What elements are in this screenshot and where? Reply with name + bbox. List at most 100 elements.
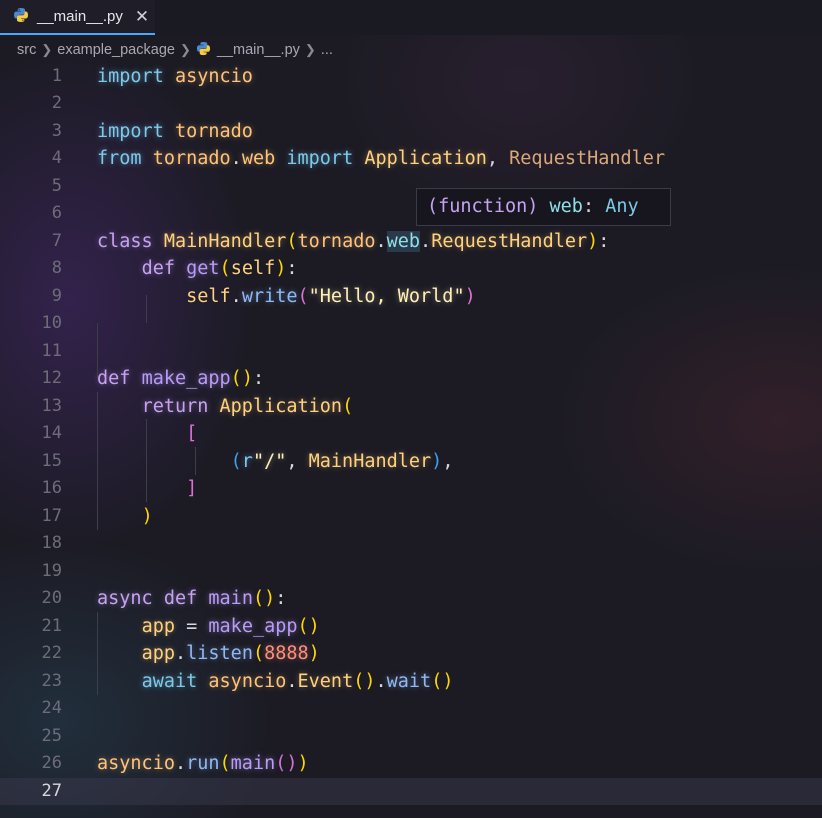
code-text: def get(self): bbox=[97, 255, 298, 283]
code-token: asyncio bbox=[97, 753, 175, 775]
code-token: tornado bbox=[152, 148, 231, 170]
code-token: import bbox=[97, 65, 164, 87]
code-token: get bbox=[186, 258, 220, 280]
tooltip-separator: : bbox=[582, 196, 606, 217]
code-line[interactable]: 21 app = make_app() bbox=[0, 613, 822, 641]
code-token: web bbox=[241, 148, 276, 170]
tooltip-kind: (function) bbox=[427, 196, 539, 217]
code-line[interactable]: 5 bbox=[0, 173, 822, 201]
chevron-right-icon: ❯ bbox=[41, 42, 53, 57]
line-number: 25 bbox=[41, 725, 62, 746]
code-line[interactable]: 23 await asyncio.Event().wait() bbox=[0, 668, 822, 696]
code-line[interactable]: 2 bbox=[0, 90, 822, 118]
code-token: app bbox=[141, 643, 175, 665]
code-line[interactable]: 22 app.listen(8888) bbox=[0, 640, 822, 668]
code-line[interactable]: 3 import tornado bbox=[0, 118, 822, 146]
code-token: , bbox=[486, 148, 510, 170]
code-token: . bbox=[286, 670, 298, 692]
line-number: 12 bbox=[41, 368, 62, 389]
code-line[interactable]: 25 bbox=[0, 723, 822, 751]
code-line[interactable]: 12 def make_app(): bbox=[0, 365, 822, 393]
code-token: ) bbox=[141, 505, 153, 527]
code-text: (r"/", MainHandler), bbox=[97, 448, 454, 476]
code-token: asyncio bbox=[174, 65, 253, 87]
code-text: async def main(): bbox=[97, 585, 286, 613]
code-line[interactable]: 6 bbox=[0, 200, 822, 228]
code-token: . bbox=[375, 670, 387, 692]
breadcrumb-item-file[interactable]: __main__.py bbox=[217, 42, 300, 58]
chevron-right-icon: ❯ bbox=[179, 42, 191, 57]
code-line[interactable]: 26 asyncio.run(main()) bbox=[0, 750, 822, 778]
code-token: tornado bbox=[297, 230, 376, 252]
code-line[interactable]: 8 def get(self): bbox=[0, 255, 822, 283]
code-token: ( bbox=[286, 230, 298, 252]
code-line[interactable]: 1 import asyncio bbox=[0, 63, 822, 91]
code-token: . bbox=[230, 285, 242, 307]
indent-guide bbox=[97, 323, 98, 378]
code-token: app bbox=[141, 615, 175, 637]
line-number: 23 bbox=[41, 670, 62, 691]
code-text: ] bbox=[97, 475, 197, 503]
code-line[interactable]: 7 class MainHandler(tornado.web.RequestHa… bbox=[0, 228, 822, 256]
code-editor[interactable]: 27 26 asyncio.run(main()) 25 24 23 await asyn… bbox=[0, 62, 822, 818]
breadcrumb-item-example-package[interactable]: example_package bbox=[57, 42, 175, 58]
code-line[interactable]: 9 self.write("Hello, World") bbox=[0, 283, 822, 311]
code-line[interactable]: 15 (r"/", MainHandler), bbox=[0, 448, 822, 476]
code-line[interactable]: 20 async def main(): bbox=[0, 585, 822, 613]
code-line[interactable]: 24 bbox=[0, 695, 822, 723]
code-line[interactable]: 16 ] bbox=[0, 475, 822, 503]
code-text: self.write("Hello, World") bbox=[97, 283, 476, 311]
code-line[interactable]: 27 bbox=[0, 777, 822, 806]
code-token: Application bbox=[219, 395, 343, 417]
code-token: : bbox=[598, 230, 610, 252]
code-line[interactable]: 11 bbox=[0, 338, 822, 366]
code-line[interactable]: 18 bbox=[0, 530, 822, 558]
breadcrumb-item-src[interactable]: src bbox=[17, 42, 36, 58]
breadcrumb-item-symbol[interactable]: ... bbox=[321, 42, 333, 58]
code-token: ( bbox=[431, 670, 443, 692]
code-token: def bbox=[97, 368, 131, 390]
code-line[interactable]: 17 ) bbox=[0, 503, 822, 531]
code-line[interactable]: 19 bbox=[0, 558, 822, 586]
code-token: ( bbox=[297, 615, 309, 637]
code-token: Application bbox=[364, 148, 487, 170]
code-token: . bbox=[174, 753, 187, 775]
code-token: class bbox=[97, 230, 153, 252]
code-token: ] bbox=[186, 478, 198, 500]
line-number: 8 bbox=[51, 258, 62, 279]
code-token: ) bbox=[275, 258, 287, 280]
code-token: write bbox=[241, 285, 298, 307]
code-token: [ bbox=[186, 423, 198, 445]
code-text: import asyncio bbox=[97, 63, 253, 91]
code-line[interactable]: 10 bbox=[0, 310, 822, 338]
line-number: 7 bbox=[51, 230, 62, 251]
code-token: async bbox=[97, 588, 153, 610]
code-token: : bbox=[286, 258, 298, 280]
code-token: ( bbox=[219, 258, 231, 280]
code-token: . bbox=[174, 643, 187, 665]
code-token: ( bbox=[342, 395, 354, 417]
code-token: ( bbox=[252, 643, 265, 665]
code-line[interactable]: 14 [ bbox=[0, 420, 822, 448]
close-icon[interactable]: ✕ bbox=[135, 7, 149, 27]
code-token: main bbox=[208, 588, 253, 610]
indent-guide bbox=[146, 419, 147, 502]
code-line[interactable]: 4 from tornado.web import Application, Re… bbox=[0, 145, 822, 173]
line-number: 13 bbox=[41, 395, 62, 416]
code-token: Event bbox=[297, 670, 354, 692]
indent-guide bbox=[146, 295, 147, 323]
code-line[interactable]: 13 return Application( bbox=[0, 393, 822, 421]
line-number: 10 bbox=[41, 313, 62, 334]
code-token: RequestHandler bbox=[431, 230, 588, 252]
tab-main-py[interactable]: __main__.py ✕ bbox=[0, 0, 155, 35]
